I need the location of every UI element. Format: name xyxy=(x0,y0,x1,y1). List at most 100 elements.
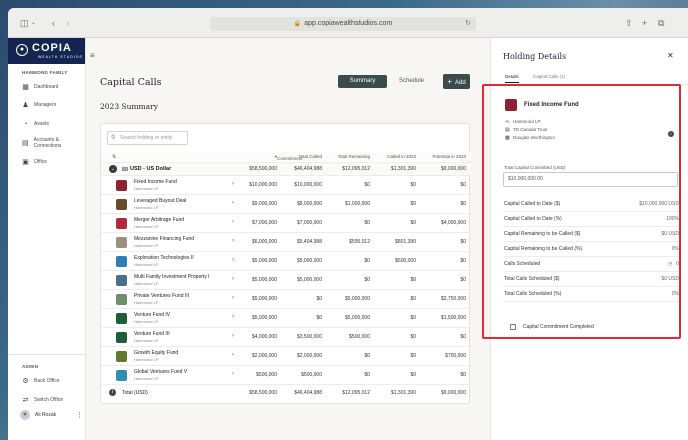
table-cell: $0 xyxy=(364,258,370,264)
holding-name: Venture Fund III xyxy=(134,331,170,337)
sidebar-item-assets[interactable]: ◔ Assets xyxy=(22,119,49,129)
sort-icon[interactable]: ⇅ xyxy=(112,154,116,160)
chevron-right-icon[interactable]: › xyxy=(232,181,234,187)
chevron-right-icon[interactable]: › xyxy=(232,352,234,358)
tab-details[interactable]: Details xyxy=(505,74,519,83)
panel-title: Holding Details xyxy=(503,52,567,61)
table-row[interactable]: Leveraged Buyout Deal Hammond LP › $9,000,0… xyxy=(101,194,471,213)
sidebar-item-switch-office[interactable]: ⇄ Switch Office xyxy=(22,395,64,405)
user-menu[interactable]: ● Ali Rozak ⋮ xyxy=(20,410,83,420)
collapse-sidebar-icon[interactable]: ≡ xyxy=(90,51,95,60)
new-tab-icon[interactable]: + xyxy=(642,18,647,28)
table-cell: $0 xyxy=(410,220,416,226)
sidebar-item-label: Assets xyxy=(34,121,50,127)
table-row[interactable]: Fixed Income Fund Hammond LP › $10,000,000 $… xyxy=(101,175,471,194)
fund-logo-icon xyxy=(116,370,127,381)
holding-entity: Hammond LP xyxy=(134,319,159,324)
chevron-right-icon[interactable]: › xyxy=(232,276,234,282)
tab-capital-calls[interactable]: Capital Calls (1) xyxy=(533,74,565,79)
table-cell: $0 xyxy=(364,182,370,188)
column-header-commitment[interactable]: ▾ Commitment xyxy=(275,154,303,161)
table-cell: $12,095,012 xyxy=(342,166,370,172)
table-cell: $500,000 xyxy=(395,258,416,264)
table-cell: $5,000,000 xyxy=(251,258,277,264)
table-cell: $4,000,000 xyxy=(251,334,277,340)
sidebar-item-label: Switch Office xyxy=(34,397,64,403)
chevron-right-icon[interactable]: › xyxy=(232,257,234,263)
table-cell: $10,000,000 xyxy=(249,182,277,188)
table-row[interactable]: Multi Family Investment Property I Hammon… xyxy=(101,270,471,289)
column-header-potential-2023[interactable]: Potential in 2023 xyxy=(432,154,466,159)
table-row[interactable]: Venture Fund IV Hammond LP › $5,000,000 $0 $5… xyxy=(101,308,471,327)
fund-logo-icon xyxy=(116,275,127,286)
chevron-right-icon[interactable]: › xyxy=(232,371,234,377)
brand-logo[interactable]: ● COPIA WEALTH STUDIOS xyxy=(8,38,85,64)
search-input[interactable]: ⚲ Search holding or entity xyxy=(107,131,188,145)
column-header-called-2023[interactable]: Called in 2023 xyxy=(387,154,416,159)
chevron-down-icon[interactable]: ⌄ xyxy=(109,165,117,173)
table-row[interactable]: Global Ventures Fund V Hammond LP › $500,00… xyxy=(101,365,471,384)
sidebar-item-label: Managers xyxy=(34,102,57,108)
more-options-icon[interactable]: ⋮ xyxy=(76,411,83,419)
fund-logo-icon xyxy=(116,256,127,267)
info-icon[interactable]: i xyxy=(109,389,116,396)
column-header-total-called[interactable]: Total Called xyxy=(298,154,322,159)
search-placeholder: Search holding or entity xyxy=(120,135,173,141)
holding-name: Fixed Income Fund xyxy=(134,179,177,185)
table-cell: $0 xyxy=(410,315,416,321)
chevron-right-icon[interactable]: › xyxy=(232,314,234,320)
highlight-box xyxy=(482,84,681,339)
add-button[interactable]: + Add xyxy=(443,74,470,89)
tab-summary[interactable]: Summary xyxy=(338,75,387,88)
chevron-right-icon[interactable]: › xyxy=(232,295,234,301)
tab-schedule[interactable]: Schedule xyxy=(387,75,436,88)
forward-icon[interactable]: › xyxy=(66,18,69,28)
chevron-right-icon[interactable]: › xyxy=(232,219,234,225)
address-bar[interactable]: 🔒 app.copiawealthstudios.com ↻ xyxy=(210,17,476,31)
fund-logo-icon xyxy=(116,237,127,248)
table-cell: $0 xyxy=(410,201,416,207)
table-row[interactable]: Venture Fund III Hammond LP › $4,000,000 $3,… xyxy=(101,327,471,346)
table-row[interactable]: Merger Arbitrage Fund Hammond LP › $7,000,0… xyxy=(101,213,471,232)
back-icon[interactable]: ‹ xyxy=(52,18,55,28)
sidebar-item-label: Dashboard xyxy=(34,84,59,90)
tabs-overview-icon[interactable]: ⧉ xyxy=(658,18,664,28)
reload-icon[interactable]: ↻ xyxy=(465,17,471,31)
group-row-usd[interactable]: ⌄ USD - US Dollar $58,500,000 $46,404,988 $1… xyxy=(101,162,471,175)
chevron-right-icon[interactable]: › xyxy=(232,200,234,206)
chevron-right-icon[interactable]: › xyxy=(232,333,234,339)
pie-icon: ◔ xyxy=(23,120,28,128)
sidebar-item-dashboard[interactable]: ▦ Dashboard xyxy=(22,82,58,92)
url-text: app.copiawealthstudios.com xyxy=(304,20,393,27)
holding-entity: Hammond LP xyxy=(134,376,159,381)
bank-icon: ▤ xyxy=(22,139,29,147)
table-cell: $0 xyxy=(410,353,416,359)
table-cell: $0 xyxy=(410,182,416,188)
sidebar-item-office[interactable]: ▣ Office xyxy=(22,157,47,167)
table-cell: $0 xyxy=(460,372,466,378)
holding-name: Merger Arbitrage Fund xyxy=(134,217,185,223)
plus-icon: + xyxy=(447,77,452,86)
column-header-total-remaining[interactable]: Total Remaining xyxy=(338,154,370,159)
table-row[interactable]: Growth Equity Fund Hammond LP › $2,000,000 $… xyxy=(101,346,471,365)
sidebar-toggle-icon[interactable]: ◫ xyxy=(20,18,29,28)
holding-entity: Hammond LP xyxy=(134,224,159,229)
sidebar-item-managers[interactable]: ♟ Managers xyxy=(22,100,56,110)
chevron-right-icon[interactable]: › xyxy=(232,238,234,244)
table-row[interactable]: Exploration Technologies II Hammond LP › $5… xyxy=(101,251,471,270)
chevron-down-icon[interactable]: ⌄ xyxy=(31,18,36,28)
holding-entity: Hammond LP xyxy=(134,357,159,362)
sidebar-item-label: Accounts & Connections xyxy=(33,137,62,149)
table-cell: $500,000 xyxy=(256,372,277,378)
sidebar-item-back-office[interactable]: ⚙ Back Office xyxy=(22,376,59,386)
close-icon[interactable]: ✕ xyxy=(667,51,674,60)
avatar: ● xyxy=(20,410,30,420)
sidebar-item-accounts[interactable]: ▤ Accounts & Connections xyxy=(22,137,85,149)
family-section-label: HAMMOND FAMILY xyxy=(22,70,68,75)
table-row[interactable]: Private Ventures Fund III Hammond LP › $5,0… xyxy=(101,289,471,308)
share-icon[interactable]: ⇧ xyxy=(625,18,633,28)
table-row[interactable]: Mezzanine Financing Fund Hammond LP › $6,00… xyxy=(101,232,471,251)
table-cell: $6,000,000 xyxy=(251,239,277,245)
table-cell: $1,500,000 xyxy=(440,315,466,321)
table-cell: $9,000,000 xyxy=(251,201,277,207)
